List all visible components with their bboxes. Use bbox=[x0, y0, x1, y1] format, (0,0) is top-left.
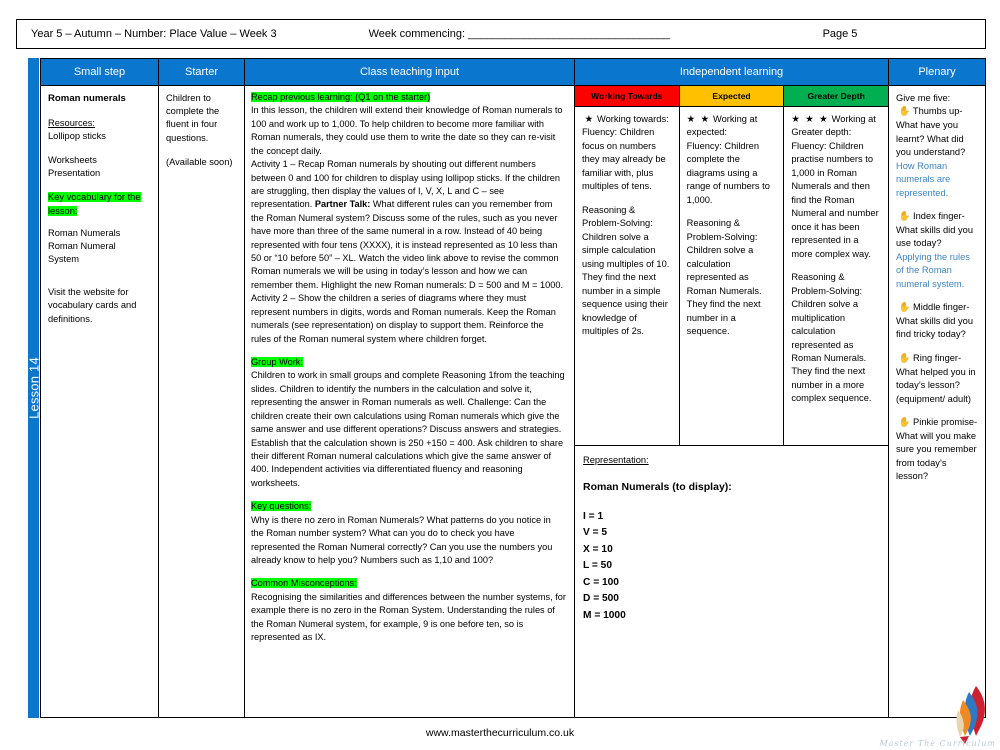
independent-learning-body: Working Towards Expected Greater Depth ★… bbox=[575, 86, 889, 717]
column-header-independent-learning: Independent learning bbox=[575, 59, 888, 86]
plenary-answer: How Roman numerals are represented. bbox=[896, 160, 951, 198]
working-towards-content: ★ Working towards: Fluency: Children foc… bbox=[575, 107, 680, 445]
page-title: Year 5 – Autumn – Number: Place Value – … bbox=[31, 28, 277, 40]
numeral-row: D = 500 bbox=[583, 593, 619, 605]
working-towards-reasoning: Reasoning & Problem-Solving: Children so… bbox=[582, 204, 670, 337]
column-class-teaching-input: Class teaching input Recap previous lear… bbox=[245, 59, 575, 717]
column-header-plenary: Plenary bbox=[889, 59, 985, 86]
resource-item: Worksheets bbox=[48, 154, 97, 165]
star-rating: ★ bbox=[584, 114, 595, 124]
resource-item: Lollipop sticks bbox=[48, 130, 106, 141]
plenary-item: ✋ Pinkie promise- What will you make sur… bbox=[896, 417, 978, 482]
attainment-band-row: Working Towards Expected Greater Depth bbox=[575, 86, 889, 107]
numeral-row: I = 1 bbox=[583, 510, 604, 522]
activity-2: Activity 2 – Show the children a series … bbox=[251, 293, 556, 344]
expected-reasoning: Reasoning & Problem-Solving: Children so… bbox=[686, 218, 762, 337]
representation-subtitle: Roman Numerals (to display): bbox=[583, 480, 732, 493]
footer-website-url: www.masterthecurriculum.co.uk bbox=[425, 727, 575, 739]
small-step-content: Roman numerals Resources: Lollipop stick… bbox=[41, 86, 158, 717]
column-small-step: Small step Roman numerals Resources: Lol… bbox=[41, 59, 159, 717]
activity-1: Activity 1 – Recap Roman numerals by sho… bbox=[251, 159, 564, 290]
greater-depth-content: ★ ★ ★ Working at Greater depth: Fluency:… bbox=[784, 107, 888, 445]
key-vocabulary-heading: Key vocabulary for the lesson: bbox=[48, 192, 141, 216]
group-work-heading: Group Work: bbox=[251, 357, 303, 368]
working-towards-heading: ★ Working towards: bbox=[584, 114, 669, 124]
website-note: Visit the website for vocabulary cards a… bbox=[48, 287, 137, 324]
column-independent-learning: Independent learning Working Towards Exp… bbox=[575, 59, 889, 717]
vocab-item: Roman Numerals bbox=[48, 227, 121, 238]
numeral-row: L = 50 bbox=[583, 560, 612, 572]
master-the-curriculum-logo bbox=[956, 686, 985, 744]
numeral-row: M = 1000 bbox=[583, 609, 626, 621]
key-questions-heading: Key questions: bbox=[251, 501, 312, 512]
expected-content: ★ ★ Working at expected: Fluency: Childr… bbox=[680, 107, 785, 445]
greater-depth-heading: ★ ★ ★ Working at Greater depth: bbox=[791, 114, 876, 138]
numeral-row: C = 100 bbox=[583, 576, 619, 588]
hand-icon: ✋ bbox=[896, 302, 911, 314]
band-working-towards: Working Towards bbox=[575, 86, 680, 106]
column-header-class-teaching-input: Class teaching input bbox=[245, 59, 574, 86]
hand-icon: ✋ bbox=[896, 106, 911, 118]
star-rating: ★ ★ bbox=[686, 114, 711, 124]
common-misconceptions-body: Recognising the similarities and differe… bbox=[251, 591, 566, 643]
common-misconceptions-heading: Common Misconceptions: bbox=[251, 578, 357, 589]
greater-depth-fluency: Fluency: Children practise numbers to 1,… bbox=[791, 140, 879, 259]
plenary-answer: Applying the rules of the Roman numeral … bbox=[896, 251, 970, 289]
plenary-intro: Give me five: bbox=[896, 93, 951, 103]
band-expected: Expected bbox=[679, 86, 785, 106]
expected-heading: ★ ★ Working at expected: bbox=[686, 114, 758, 138]
numeral-row: X = 10 bbox=[583, 543, 613, 555]
band-greater-depth: Greater Depth bbox=[784, 86, 889, 106]
group-work-body: Children to work in small groups and com… bbox=[251, 370, 565, 488]
representation-section: Representation: Roman Numerals (to displ… bbox=[575, 446, 888, 717]
lesson-spine: Lesson 14 bbox=[26, 58, 41, 718]
greater-depth-reasoning: Reasoning & Problem-Solving: Children so… bbox=[791, 272, 872, 404]
column-plenary: Plenary Give me five: ✋ Thumbs up- What … bbox=[889, 59, 985, 717]
page-header-box: Year 5 – Autumn – Number: Place Value – … bbox=[16, 19, 986, 49]
column-header-starter: Starter bbox=[159, 59, 244, 86]
hand-icon: ✋ bbox=[896, 417, 911, 429]
attainment-content-row: ★ Working towards: Fluency: Children foc… bbox=[575, 107, 888, 446]
representation-label: Representation: bbox=[583, 455, 649, 465]
teaching-content: Recap previous learning: (Q1 on the star… bbox=[245, 86, 574, 717]
expected-fluency: Fluency: Children complete the diagrams … bbox=[686, 140, 770, 205]
vocab-item: System bbox=[48, 254, 79, 265]
starter-instruction: Children to complete the fluent in four … bbox=[166, 93, 220, 143]
week-commencing-field: Week commencing: _______________________… bbox=[368, 28, 670, 40]
working-towards-fluency: Fluency: Children focus on numbers they … bbox=[582, 127, 666, 192]
star-rating: ★ ★ ★ bbox=[791, 114, 830, 124]
plenary-item: ✋ Index finger- What skills did you use … bbox=[896, 211, 973, 289]
hand-icon: ✋ bbox=[896, 352, 911, 364]
small-step-title: Roman numerals bbox=[48, 93, 126, 104]
column-starter: Starter Children to complete the fluent … bbox=[159, 59, 245, 717]
page-number: Page 5 bbox=[822, 28, 858, 40]
lesson-plan-page: Year 5 – Autumn – Number: Place Value – … bbox=[0, 0, 1000, 750]
logo-wordmark: Master The Curriculum bbox=[879, 739, 996, 748]
column-header-small-step: Small step bbox=[41, 59, 158, 86]
vocab-item: Roman Numeral bbox=[48, 240, 116, 251]
plenary-content: Give me five: ✋ Thumbs up- What have you… bbox=[889, 86, 985, 717]
starter-content: Children to complete the fluent in four … bbox=[159, 86, 244, 717]
key-questions-body: Why is there no zero in Roman Numerals? … bbox=[251, 514, 553, 565]
recap-heading: Recap previous learning: (Q1 on the star… bbox=[251, 92, 431, 102]
starter-availability: (Available soon) bbox=[166, 156, 233, 167]
plenary-item: ✋ Ring finger- What helped you in today’… bbox=[896, 352, 976, 404]
roman-numeral-list: I = 1 V = 5 X = 10 L = 50 C = 100 D = 50… bbox=[583, 509, 880, 625]
numeral-row: V = 5 bbox=[583, 527, 608, 539]
plenary-item: ✋ Thumbs up- What have you learnt? What … bbox=[896, 106, 966, 198]
lesson-plan-table: Small step Roman numerals Resources: Lol… bbox=[40, 58, 986, 718]
lesson-number-label: Lesson 14 bbox=[26, 357, 41, 419]
resource-item: Presentation bbox=[48, 168, 101, 179]
resources-label: Resources: bbox=[48, 117, 96, 128]
plenary-item: ✋ Middle finger- What skills did you fin… bbox=[896, 302, 973, 340]
recap-body: In this lesson, the children will extend… bbox=[251, 105, 563, 156]
hand-icon: ✋ bbox=[896, 211, 911, 223]
